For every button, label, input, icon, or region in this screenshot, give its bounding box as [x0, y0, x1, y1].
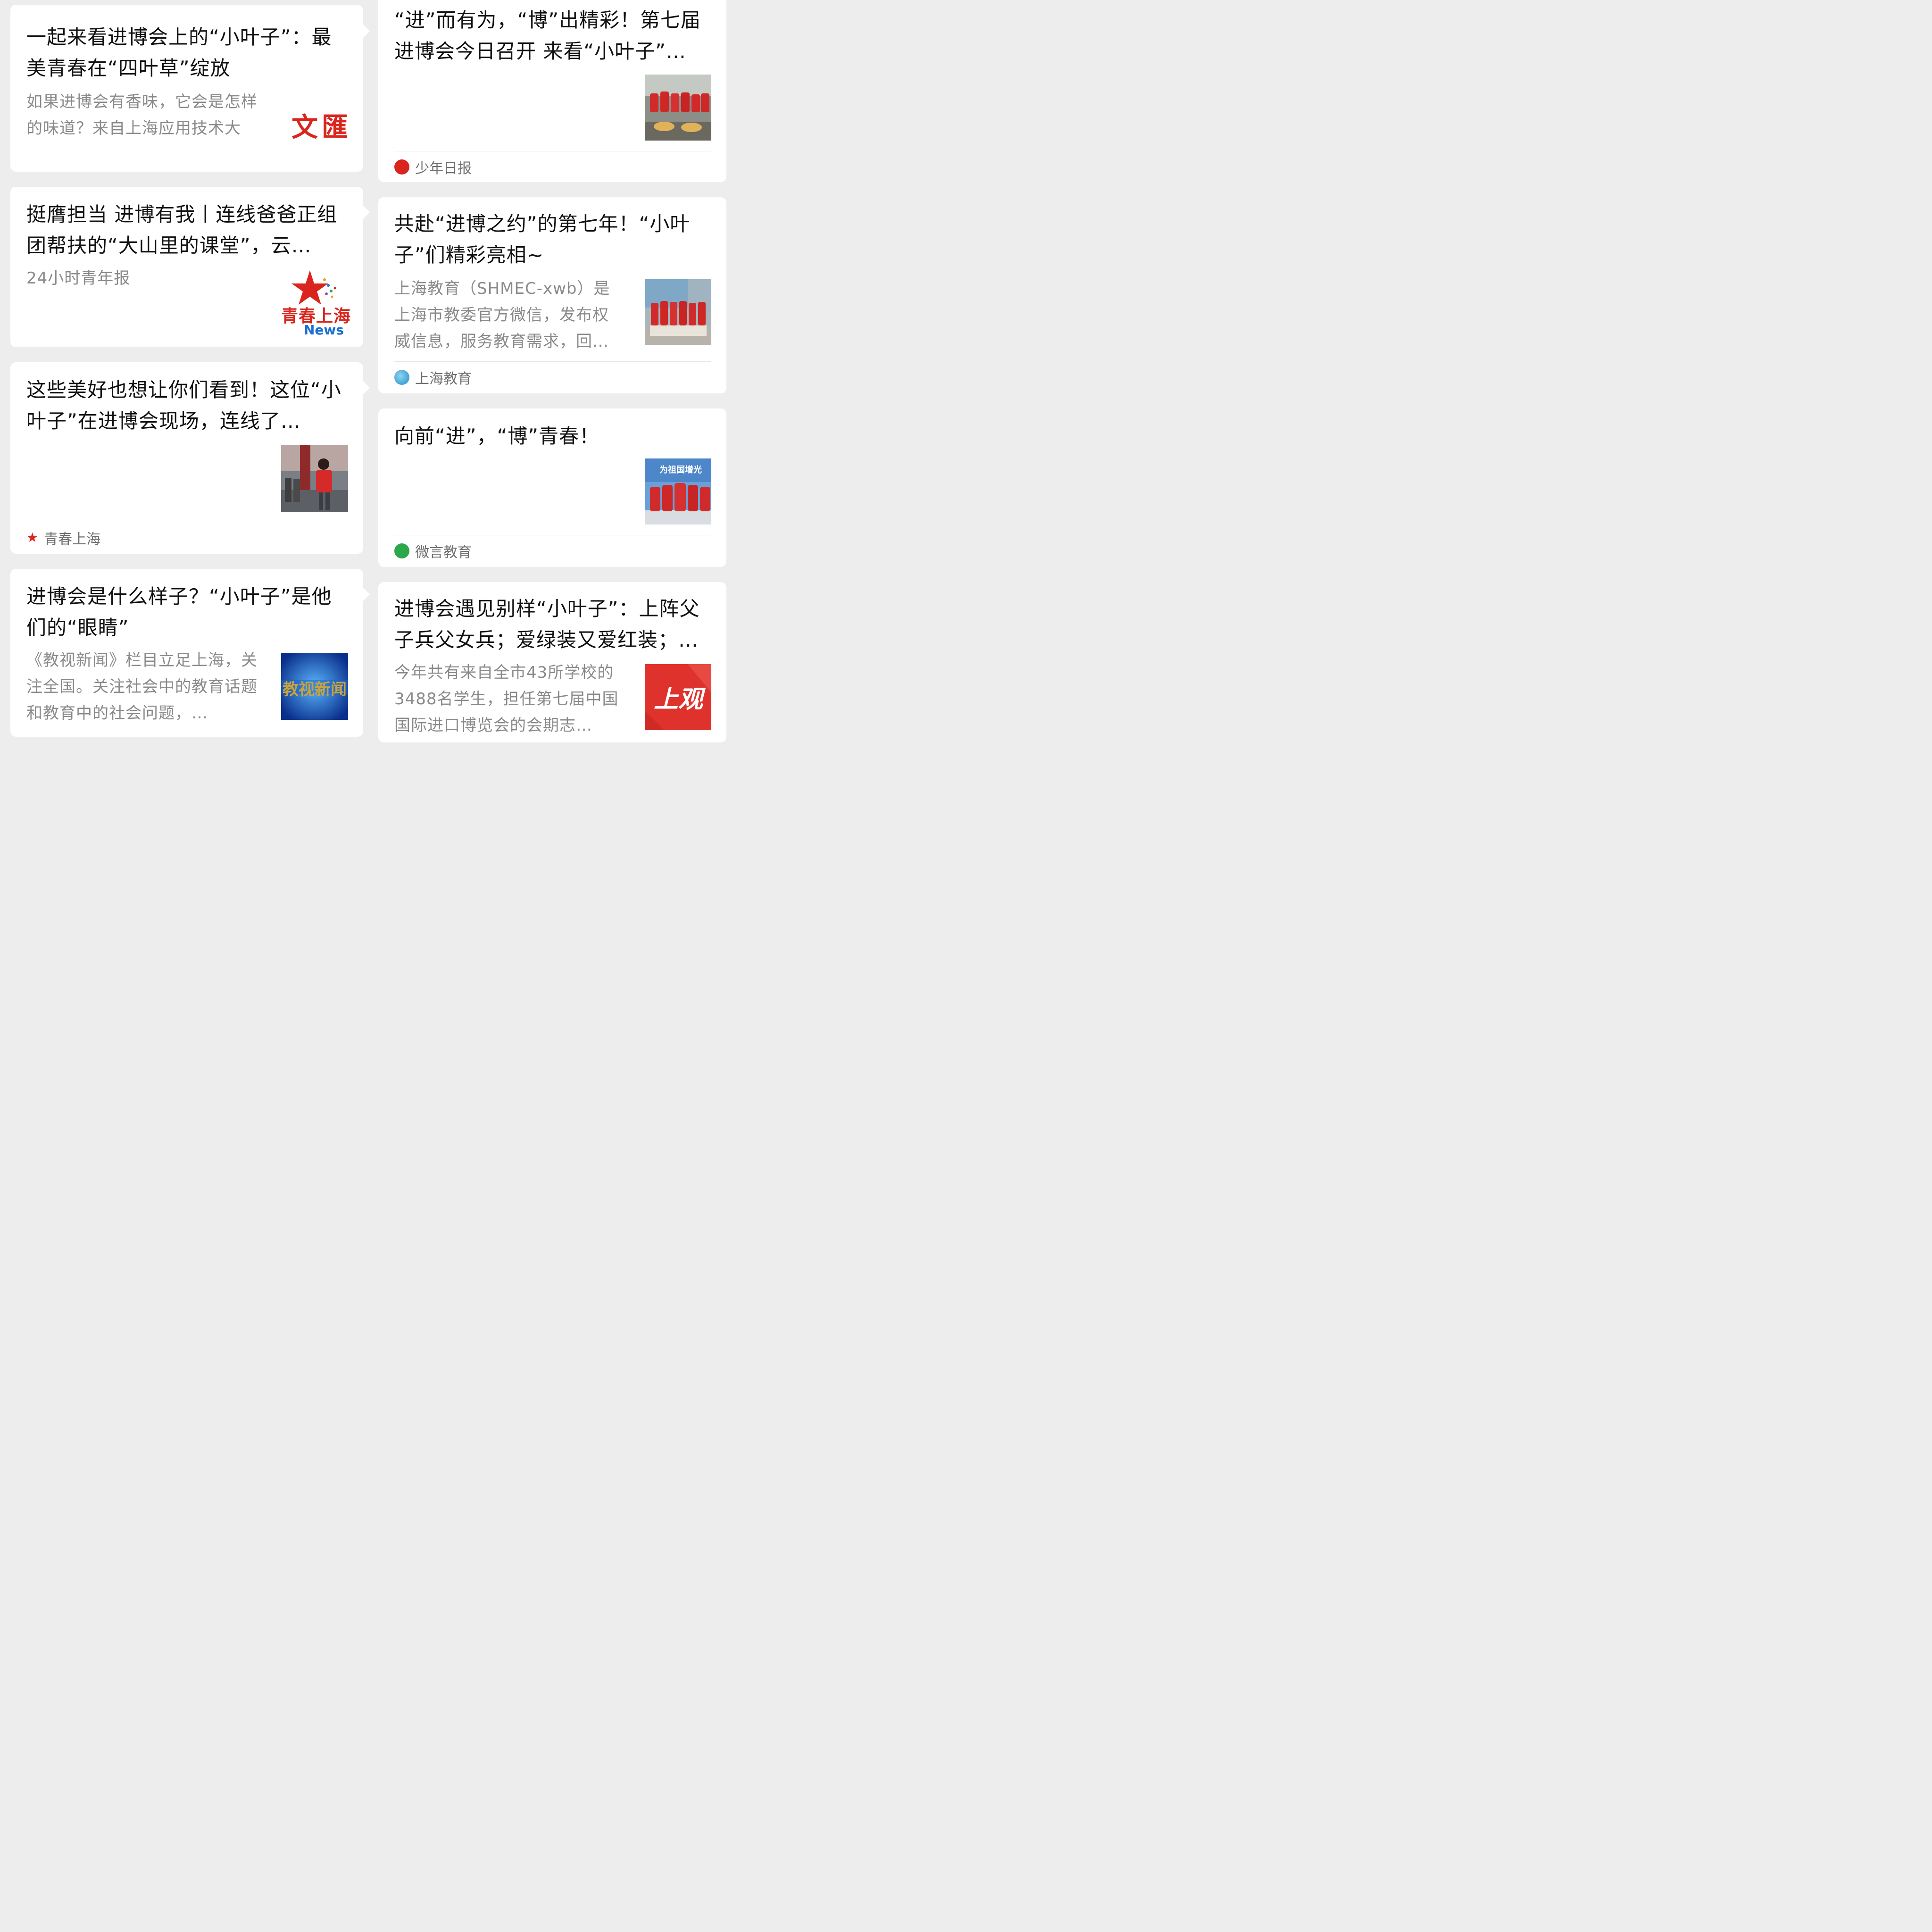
article-title: 挺膺担当 进博有我丨连线爸爸正组团帮扶的“大山里的课堂”，云… — [26, 203, 338, 257]
logo-line-2: News — [304, 322, 344, 338]
source-name: 少年日报 — [415, 160, 472, 177]
article-digest: 今年共有来自全市43所学校的3488名学生，担任第七届中国国际进口博览会的会期志… — [394, 663, 619, 735]
article-card-7[interactable]: 向前“进”，“博”青春！ 为祖国增光 微言教育 — [378, 408, 726, 567]
article-title: “进”而有为，“博”出精彩！第七届进博会今日召开 来看“小叶子”… — [394, 8, 701, 63]
red-star-icon — [291, 270, 336, 305]
article-thumbnail — [281, 445, 348, 512]
card-notch — [363, 381, 370, 394]
article-thumbnail: 为祖国增光 — [645, 458, 711, 525]
article-digest: 24小时青年报 — [26, 269, 131, 288]
source-row[interactable]: 微言教育 — [394, 541, 472, 561]
article-title: 进博会是什么样子？“小叶子”是他们的“眼睛” — [26, 585, 332, 639]
wenhui-logo-text: 文匯 — [291, 111, 352, 143]
shanghai-jiaoyu-icon — [394, 370, 409, 385]
article-card-4[interactable]: 进博会是什么样子？“小叶子”是他们的“眼睛” 《教视新闻》栏目立足上海，关注全国… — [10, 569, 363, 737]
source-name: 上海教育 — [415, 371, 472, 387]
shaonian-ribao-icon — [394, 159, 409, 175]
thumbnail-text: 为祖国增光 — [659, 465, 702, 475]
article-card-8[interactable]: 进博会遇见别样“小叶子”：上阵父子兵父女兵；爱绿装又爱红装；… 今年共有来自全市… — [378, 582, 726, 742]
article-card-5[interactable]: “进”而有为，“博”出精彩！第七届进博会今日召开 来看“小叶子”… 少年日报 — [378, 0, 726, 182]
article-title: 这些美好也想让你们看到！这位“小叶子”在进博会现场，连线了… — [26, 378, 341, 433]
shangguan-logo: 上观 — [645, 664, 711, 730]
article-title: 向前“进”，“博”青春！ — [394, 425, 600, 448]
source-row[interactable]: ★ 青春上海 — [26, 528, 101, 548]
card-divider — [394, 361, 711, 362]
article-title: 进博会遇见别样“小叶子”：上阵父子兵父女兵；爱绿装又爱红装；… — [394, 597, 700, 651]
source-name: 青春上海 — [44, 531, 101, 548]
source-name: 微言教育 — [415, 544, 472, 561]
card-notch — [363, 588, 370, 601]
article-thumbnail — [645, 75, 711, 141]
article-digest: 上海教育（SHMEC-xwb）是上海市教委官方微信，发布权威信息，服务教育需求，… — [394, 279, 610, 351]
thumbnail-text: 教视新闻 — [283, 680, 347, 699]
source-row[interactable]: 少年日报 — [394, 158, 472, 177]
article-card-6[interactable]: 共赴“进博之约”的第七年！“小叶子”们精彩亮相~ 上海教育（SHMEC-xwb）… — [378, 197, 726, 393]
wenhui-logo: 文匯 — [286, 106, 357, 144]
article-thumbnail — [645, 279, 711, 345]
article-thumbnail: 教视新闻 — [281, 653, 348, 720]
article-card-2[interactable]: 挺膺担当 进博有我丨连线爸爸正组团帮扶的“大山里的课堂”，云… 24小时青年报 … — [10, 187, 363, 347]
qingchun-shanghai-logo: 青春上海 News — [279, 269, 359, 340]
article-digest: 如果进博会有香味，它会是怎样的味道？来自上海应用技术大 — [26, 92, 258, 138]
article-card-1[interactable]: 一起来看进博会上的“小叶子”：最美青春在“四叶草”绽放 如果进博会有香味，它会是… — [10, 5, 363, 172]
logo-text: 上观 — [653, 685, 703, 714]
source-row[interactable]: 上海教育 — [394, 368, 472, 387]
article-card-3[interactable]: 这些美好也想让你们看到！这位“小叶子”在进博会现场，连线了… ★ 青春上海 — [10, 362, 363, 554]
article-title: 共赴“进博之约”的第七年！“小叶子”们精彩亮相~ — [394, 212, 691, 266]
card-notch — [363, 25, 370, 38]
weiyan-jiaoyu-icon — [394, 543, 409, 558]
article-digest: 《教视新闻》栏目立足上海，关注全国。关注社会中的教育话题和教育中的社会问题，… — [26, 651, 258, 723]
article-title: 一起来看进博会上的“小叶子”：最美青春在“四叶草”绽放 — [26, 25, 332, 80]
star-icon: ★ — [26, 530, 39, 545]
card-notch — [363, 206, 370, 219]
